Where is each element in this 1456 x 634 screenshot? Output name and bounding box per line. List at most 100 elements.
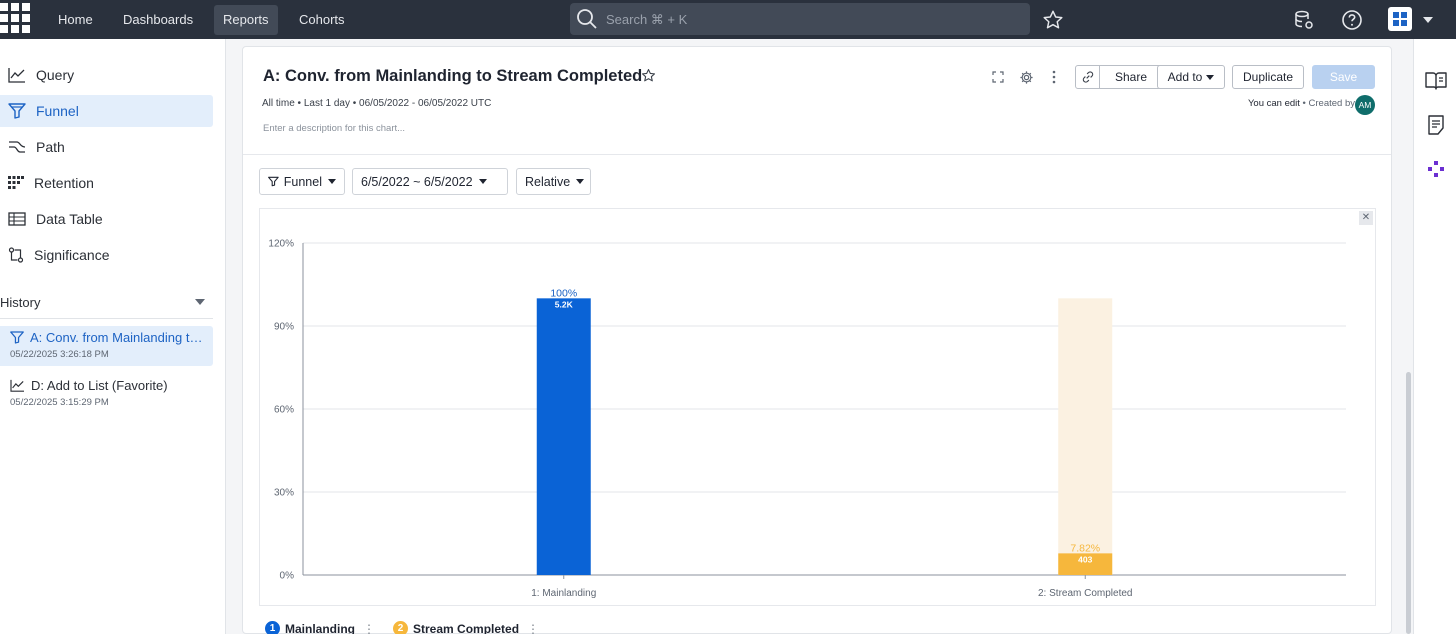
y-tick-label: 0% bbox=[280, 571, 295, 582]
edit-permission-info: You can edit • Created by bbox=[1248, 98, 1355, 109]
more-vertical-icon[interactable] bbox=[1045, 68, 1063, 86]
bar-count-label: 5.2K bbox=[555, 299, 574, 309]
sidebar-item-path[interactable]: Path bbox=[0, 131, 213, 163]
funnel-chart: 0% 30% 60% 90% 120% 100%5.2K 1: Mainlanding 7.8… bbox=[268, 239, 1346, 599]
save-button[interactable]: Save bbox=[1312, 65, 1375, 89]
sidebar-item-label: Data Table bbox=[36, 211, 103, 227]
chart-type-dropdown[interactable]: Funnel bbox=[259, 168, 345, 195]
line-chart-icon bbox=[10, 379, 24, 392]
share-button[interactable]: Share bbox=[1100, 66, 1162, 88]
right-rail bbox=[1413, 39, 1456, 634]
org-switcher-button[interactable] bbox=[1388, 7, 1412, 31]
sidebar-item-label: Retention bbox=[34, 175, 94, 191]
link-icon[interactable] bbox=[1076, 66, 1100, 88]
database-settings-icon[interactable] bbox=[1292, 8, 1316, 32]
date-range-dropdown[interactable]: 6/5/2022 ~ 6/5/2022 bbox=[352, 168, 508, 195]
app-logo-icon[interactable] bbox=[0, 3, 30, 33]
history-item-time: 05/22/2025 3:26:18 PM bbox=[10, 349, 109, 360]
line-chart-icon bbox=[8, 68, 25, 83]
x-category-label: 2: Stream Completed bbox=[1038, 588, 1133, 599]
sidebar-item-label: Significance bbox=[34, 247, 110, 263]
sidebar-item-label: Path bbox=[36, 139, 65, 155]
legend-label[interactable]: Mainlanding bbox=[285, 622, 355, 634]
nav-home[interactable]: Home bbox=[49, 5, 102, 35]
notes-icon[interactable] bbox=[1424, 113, 1448, 137]
nav-dashboards[interactable]: Dashboards bbox=[114, 5, 202, 35]
bar-percent-label: 7.82% bbox=[1070, 542, 1100, 554]
funnel-dropoff-bar bbox=[1058, 298, 1113, 575]
left-sidebar: Query Funnel Path Retention Data Table S… bbox=[0, 39, 226, 634]
sidebar-item-retention[interactable]: Retention bbox=[0, 167, 213, 199]
funnel-chart-container: ✕ 0% 30% 60% 90% 120% 100% 5.2K 1: Mainlanding 7… bbox=[259, 208, 1376, 606]
nav-reports[interactable]: Reports bbox=[214, 5, 278, 35]
history-item[interactable]: A: Conv. from Mainlanding to ... 05/22/2… bbox=[0, 326, 213, 366]
path-icon bbox=[9, 141, 26, 153]
table-icon bbox=[8, 212, 26, 226]
history-header[interactable]: History bbox=[0, 292, 213, 312]
star-icon[interactable] bbox=[1041, 8, 1065, 32]
history-item-title: A: Conv. from Mainlanding to ... bbox=[30, 330, 208, 345]
sidebar-item-query[interactable]: Query bbox=[0, 59, 213, 91]
chevron-down-icon[interactable] bbox=[1423, 17, 1433, 23]
history-label: History bbox=[0, 294, 41, 310]
edit-text: You can edit bbox=[1247, 98, 1300, 109]
funnel-icon bbox=[8, 103, 26, 119]
caret-down-icon bbox=[195, 299, 205, 305]
created-by-text: • Created by bbox=[1299, 98, 1355, 109]
bar-count-label: 403 bbox=[1078, 554, 1092, 564]
scrollbar[interactable] bbox=[1406, 372, 1411, 634]
history-item-title: D: Add to List (Favorite) bbox=[31, 378, 168, 393]
sidebar-item-label: Query bbox=[36, 67, 75, 83]
add-to-label: Add to bbox=[1167, 70, 1203, 84]
gear-icon[interactable] bbox=[1017, 68, 1035, 86]
duplicate-button[interactable]: Duplicate bbox=[1232, 65, 1304, 89]
measure-mode-label: Relative bbox=[525, 174, 571, 189]
history-item-time: 05/22/2025 3:15:29 PM bbox=[10, 397, 109, 408]
ai-sparkle-icon[interactable] bbox=[1424, 157, 1448, 181]
star-icon[interactable] bbox=[641, 68, 656, 88]
report-title[interactable]: A: Conv. from Mainlanding to Stream Comp… bbox=[263, 67, 642, 86]
report-date-summary: All time • Last 1 day • 06/05/2022 - 06/… bbox=[262, 98, 492, 109]
funnel-icon bbox=[268, 176, 279, 187]
funnel-bar bbox=[536, 298, 591, 575]
bar-percent-label: 100% bbox=[550, 287, 577, 299]
book-icon[interactable] bbox=[1424, 69, 1448, 93]
y-tick-label: 120% bbox=[268, 239, 294, 250]
grid-app-icon bbox=[1393, 12, 1407, 26]
search-input[interactable] bbox=[606, 11, 1006, 27]
nav-cohorts[interactable]: Cohorts bbox=[290, 5, 354, 35]
sidebar-item-significance[interactable]: Significance bbox=[0, 239, 213, 271]
chart-type-label: Funnel bbox=[283, 174, 322, 189]
caret-down-icon bbox=[576, 179, 585, 184]
sidebar-item-funnel[interactable]: Funnel bbox=[0, 95, 213, 127]
divider bbox=[243, 154, 1391, 155]
history-item[interactable]: D: Add to List (Favorite) 05/22/2025 3:1… bbox=[0, 374, 213, 414]
measure-mode-dropdown[interactable]: Relative bbox=[516, 168, 591, 195]
legend-step-number: 2 bbox=[393, 621, 408, 634]
description-placeholder[interactable]: Enter a description for this chart... bbox=[263, 123, 405, 134]
caret-down-icon bbox=[1206, 74, 1215, 80]
top-nav: Home Dashboards Reports Cohorts bbox=[0, 0, 1456, 39]
sidebar-item-label: Funnel bbox=[36, 103, 79, 119]
sidebar-item-data-table[interactable]: Data Table bbox=[0, 203, 213, 235]
caret-down-icon bbox=[478, 179, 487, 184]
funnel-icon bbox=[10, 331, 24, 344]
more-vertical-icon[interactable]: ⋮ bbox=[527, 622, 539, 634]
legend-step-number: 1 bbox=[265, 621, 280, 634]
more-vertical-icon[interactable]: ⋮ bbox=[363, 622, 375, 634]
search-bar[interactable] bbox=[570, 3, 1030, 35]
y-tick-label: 90% bbox=[274, 322, 294, 333]
retention-grid-icon bbox=[8, 176, 24, 189]
x-category-label: 1: Mainlanding bbox=[531, 588, 596, 599]
y-tick-label: 60% bbox=[274, 405, 294, 416]
caret-down-icon bbox=[328, 179, 336, 184]
date-range-label: 6/5/2022 ~ 6/5/2022 bbox=[361, 174, 473, 189]
legend-label[interactable]: Stream Completed bbox=[413, 622, 519, 634]
share-button-group[interactable]: Share bbox=[1075, 65, 1163, 89]
y-tick-label: 30% bbox=[274, 488, 294, 499]
avatar[interactable]: AM bbox=[1355, 95, 1375, 115]
help-icon[interactable] bbox=[1340, 8, 1364, 32]
fullscreen-icon[interactable] bbox=[989, 68, 1007, 86]
add-to-button[interactable]: Add to bbox=[1157, 65, 1225, 89]
divider bbox=[0, 318, 213, 319]
